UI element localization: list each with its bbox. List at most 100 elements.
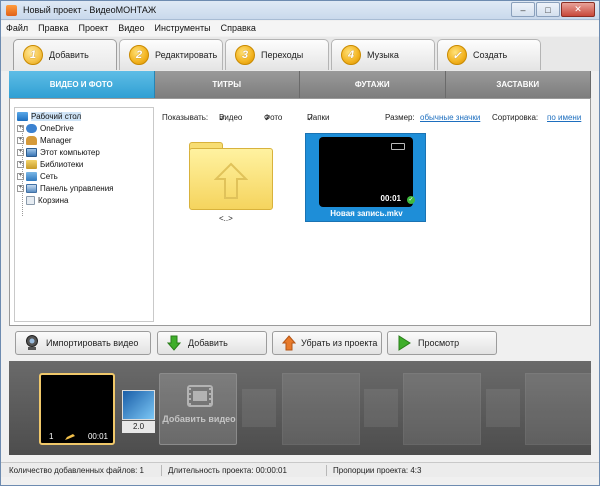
- sort-dropdown[interactable]: по имени: [547, 113, 581, 122]
- tree-item-trash[interactable]: Корзина: [26, 194, 68, 206]
- empty-slot: [403, 373, 481, 445]
- down-arrow-icon: [166, 335, 182, 351]
- transition-duration: 2.0: [122, 421, 155, 433]
- tree-item-libraries[interactable]: + Библиотеки: [17, 158, 83, 170]
- storyboard-timeline: 1 00:01 2.0 Добавить видео: [9, 361, 591, 455]
- timeline-clip[interactable]: 1 00:01: [39, 373, 115, 445]
- import-video-label: Импортировать видео: [46, 338, 139, 348]
- menu-file[interactable]: Файл: [1, 21, 33, 36]
- step-number-icon: 2: [129, 45, 149, 65]
- window-title: Новый проект - ВидеоМОНТАЖ: [23, 5, 157, 15]
- import-video-button[interactable]: Импортировать видео: [15, 331, 151, 355]
- preview-button[interactable]: Просмотр: [387, 331, 497, 355]
- step-create-tab[interactable]: ✓ Создать: [437, 39, 541, 70]
- add-button[interactable]: Добавить: [157, 331, 267, 355]
- folders-checkbox-label: Папки: [307, 113, 330, 122]
- play-icon: [396, 335, 412, 351]
- remove-from-project-label: Убрать из проекта: [301, 338, 378, 348]
- tree-item-label: Этот компьютер: [40, 147, 100, 157]
- tab-intros[interactable]: ЗАСТАВКИ: [445, 71, 591, 98]
- expand-icon[interactable]: +: [17, 136, 24, 144]
- step-label: Редактировать: [155, 50, 218, 60]
- control-panel-icon: [26, 183, 37, 193]
- step-edit-tab[interactable]: 2 Редактировать: [119, 39, 223, 70]
- step-tabs: 1 Добавить 2 Редактировать 3 Переходы 4 …: [1, 37, 599, 71]
- tree-item-label: Панель управления: [40, 183, 114, 193]
- menu-project[interactable]: Проект: [74, 21, 114, 36]
- tree-item-label: OneDrive: [40, 123, 74, 133]
- size-label: Размер:: [385, 113, 415, 122]
- minimize-button[interactable]: –: [511, 2, 535, 17]
- video-checkbox-label: Видео: [219, 113, 243, 122]
- step-music-tab[interactable]: 4 Музыка: [331, 39, 435, 70]
- status-bar: Количество добавленных файлов: 1 Длитель…: [1, 462, 599, 477]
- step-number-icon: 3: [235, 45, 255, 65]
- video-file-item[interactable]: 00:01 ✓ Новая запись.mkv: [305, 133, 426, 222]
- network-icon: [26, 171, 37, 181]
- tree-item-network[interactable]: + Сеть: [17, 170, 58, 182]
- maximize-button[interactable]: □: [536, 2, 560, 17]
- tree-item-manager[interactable]: + Manager: [17, 134, 72, 146]
- status-divider: [326, 465, 327, 476]
- status-divider: [161, 465, 162, 476]
- empty-transition-slot: [242, 389, 276, 427]
- expand-icon[interactable]: +: [17, 172, 24, 180]
- remove-from-project-button[interactable]: Убрать из проекта: [272, 331, 382, 355]
- tab-video-photo[interactable]: ВИДЕО И ФОТО: [9, 71, 155, 98]
- app-window: Новый проект - ВидеоМОНТАЖ – □ ✕ Файл Пр…: [0, 0, 600, 486]
- tree-item-computer[interactable]: + Этот компьютер: [17, 146, 100, 158]
- step-add-tab[interactable]: 1 Добавить: [13, 39, 117, 70]
- transition-thumbnail[interactable]: [122, 390, 155, 420]
- close-button[interactable]: ✕: [561, 2, 595, 17]
- project-duration: Длительность проекта: 00:00:01: [168, 466, 287, 475]
- photo-checkbox-label: Фото: [264, 113, 283, 122]
- empty-transition-slot: [364, 389, 398, 427]
- expand-icon[interactable]: +: [17, 124, 24, 132]
- parent-folder-item[interactable]: [189, 142, 273, 210]
- parent-folder-label: <..>: [219, 214, 233, 223]
- menu-tools[interactable]: Инструменты: [150, 21, 216, 36]
- sort-label: Сортировка:: [492, 113, 539, 122]
- user-icon: [26, 135, 37, 145]
- tree-item-onedrive[interactable]: + OneDrive: [17, 122, 74, 134]
- folder-tree[interactable]: Рабочий стол + OneDrive + Manager + Этот…: [14, 107, 154, 322]
- add-video-slot[interactable]: Добавить видео: [159, 373, 237, 445]
- show-label: Показывать:: [162, 113, 209, 122]
- empty-transition-slot: [486, 389, 520, 427]
- step-label: Переходы: [261, 50, 304, 60]
- computer-icon: [26, 147, 37, 157]
- tree-item-control-panel[interactable]: + Панель управления: [17, 182, 114, 194]
- step-number-icon: 1: [23, 45, 43, 65]
- step-label: Добавить: [49, 50, 89, 60]
- webcam-icon: [24, 335, 40, 351]
- step-number-icon: 4: [341, 45, 361, 65]
- added-check-icon: ✓: [407, 196, 415, 204]
- up-arrow-icon: [214, 162, 248, 199]
- menu-edit[interactable]: Правка: [33, 21, 73, 36]
- media-subtabs: ВИДЕО И ФОТО ТИТРЫ ФУТАЖИ ЗАСТАВКИ: [9, 71, 591, 98]
- tab-titles[interactable]: ТИТРЫ: [154, 71, 300, 98]
- file-browser: <..> 00:01 ✓ Новая запись.mkv: [158, 129, 586, 322]
- add-video-label: Добавить видео: [162, 414, 236, 424]
- media-panel: Рабочий стол + OneDrive + Manager + Этот…: [9, 98, 591, 326]
- empty-slot: [525, 373, 591, 445]
- menu-help[interactable]: Справка: [216, 21, 261, 36]
- expand-icon[interactable]: +: [17, 184, 24, 192]
- expand-icon[interactable]: +: [17, 160, 24, 168]
- step-label: Музыка: [367, 50, 399, 60]
- tree-item-label: Библиотеки: [40, 159, 84, 169]
- tab-footage[interactable]: ФУТАЖИ: [300, 71, 446, 98]
- expand-icon[interactable]: +: [17, 148, 24, 156]
- tree-item-label: Manager: [40, 135, 72, 145]
- action-bar: Импортировать видео Добавить Убрать из п…: [1, 331, 599, 357]
- video-file-name: Новая запись.mkv: [330, 209, 403, 218]
- menu-video[interactable]: Видео: [113, 21, 149, 36]
- tree-item-desktop[interactable]: Рабочий стол: [17, 110, 82, 122]
- edit-pencil-icon[interactable]: [65, 434, 75, 440]
- step-label: Создать: [473, 50, 508, 60]
- library-icon: [26, 159, 37, 169]
- title-bar: Новый проект - ВидеоМОНТАЖ – □ ✕: [1, 1, 599, 20]
- size-dropdown[interactable]: обычные значки: [420, 113, 480, 122]
- step-transitions-tab[interactable]: 3 Переходы: [225, 39, 329, 70]
- app-logo-icon: [6, 5, 17, 16]
